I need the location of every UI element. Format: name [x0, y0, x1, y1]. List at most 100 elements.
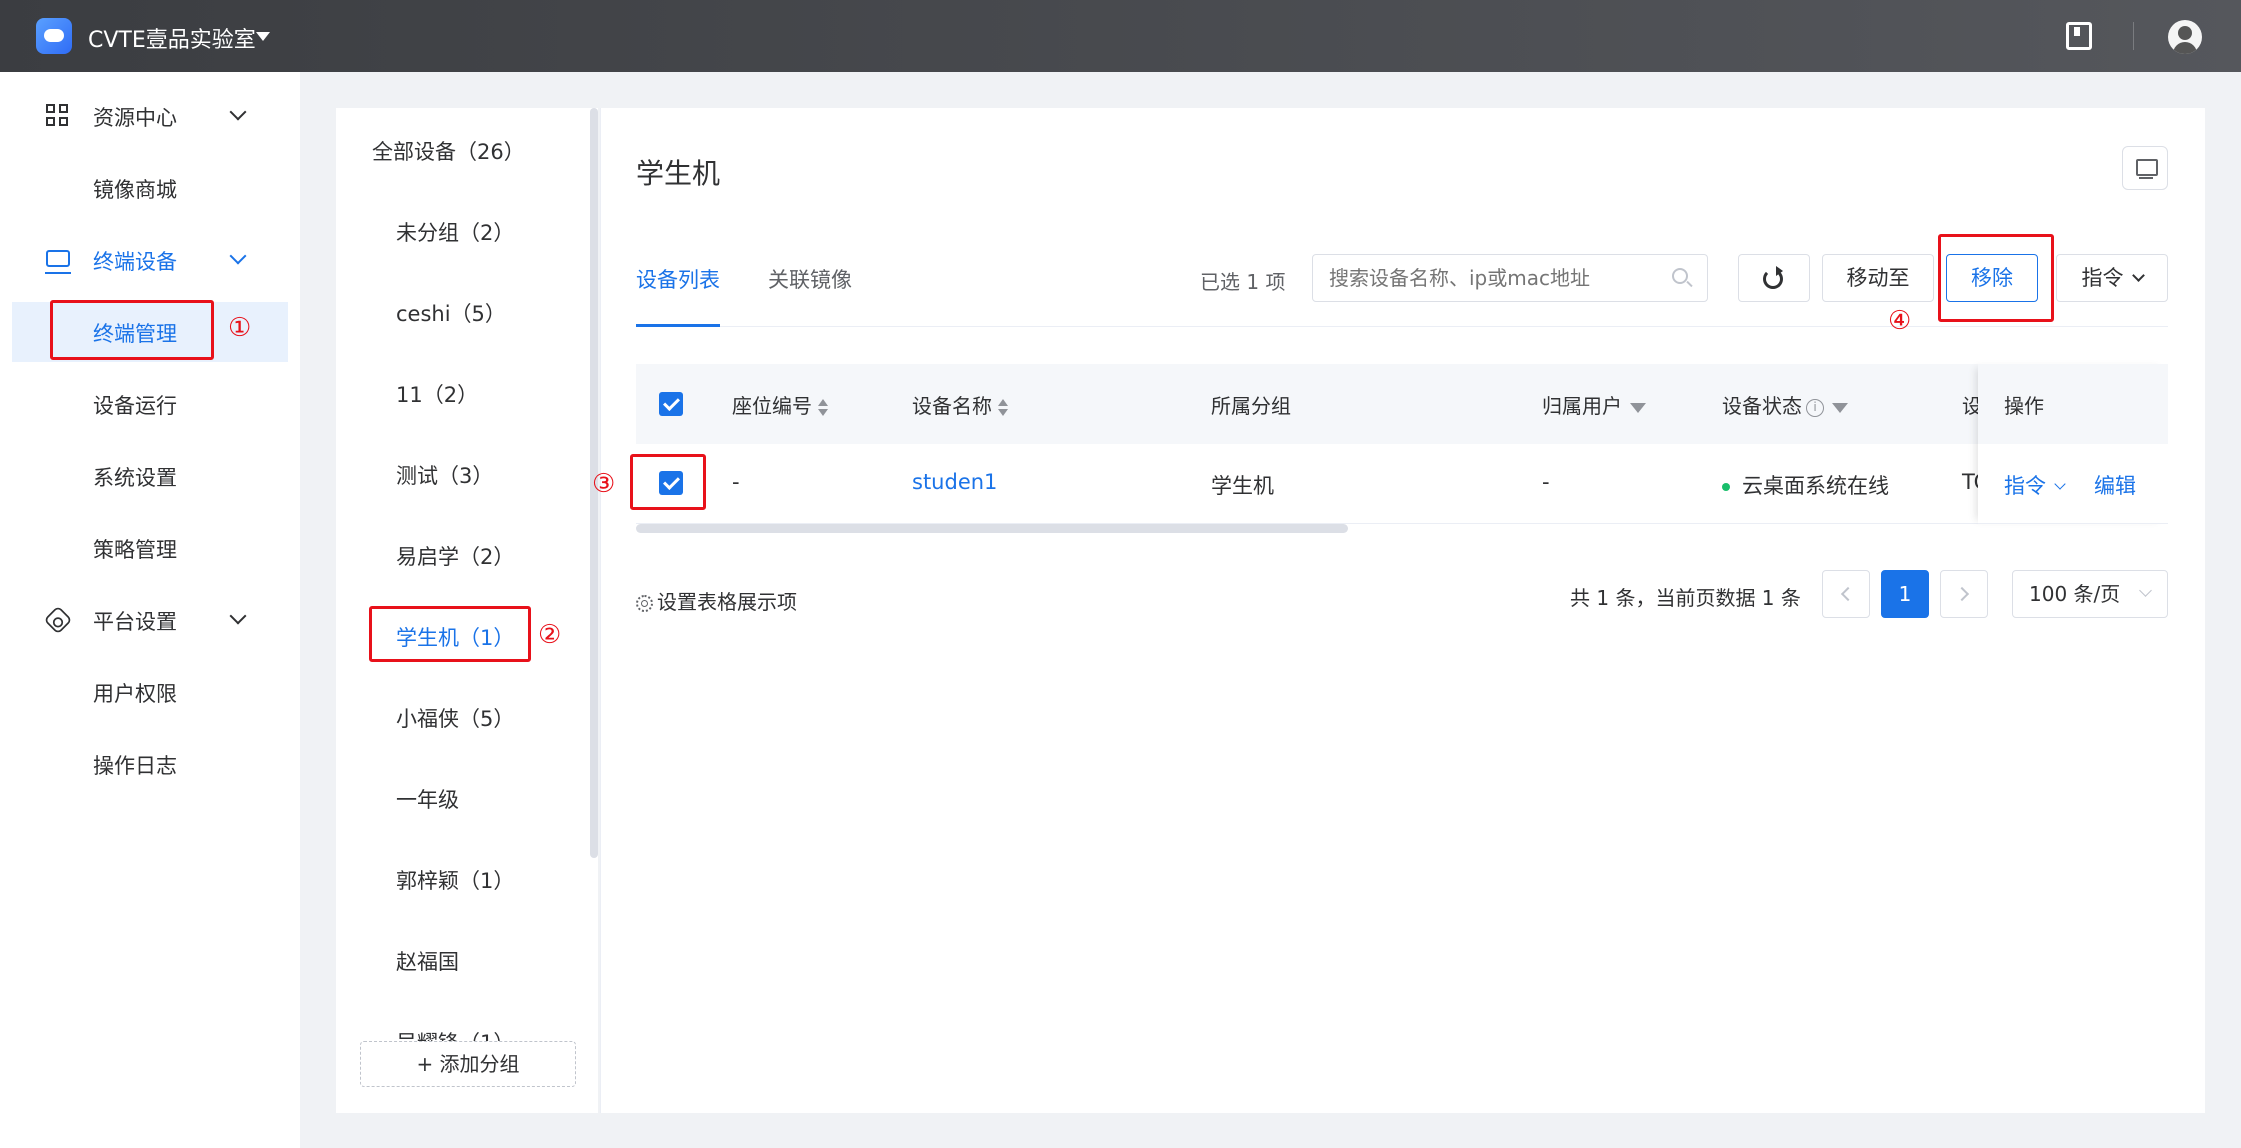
annotation-number-1: ① [228, 313, 252, 343]
sidebar-item-user-permissions[interactable]: 用户权限 [0, 662, 300, 722]
group-item-all[interactable]: 全部设备（26） [372, 136, 525, 166]
group-item[interactable]: 一年级 [396, 784, 459, 814]
tab-device-list[interactable]: 设备列表 [636, 264, 720, 294]
caret-down-icon[interactable] [256, 32, 270, 41]
group-item[interactable]: ceshi（5） [396, 298, 506, 328]
sidebar-item-terminal-devices[interactable]: 终端设备 [0, 230, 300, 290]
add-group-button[interactable]: + 添加分组 [360, 1041, 576, 1087]
sidebar-item-label: 操作日志 [93, 754, 177, 778]
chevron-down-icon [2139, 584, 2152, 597]
cell-status: 云桌面系统在线 [1722, 470, 1889, 500]
column-seat-number[interactable]: 座位编号 [732, 390, 828, 419]
sidebar-item-label: 用户权限 [93, 682, 177, 706]
sort-icon[interactable] [818, 398, 828, 417]
cell-owner: - [1542, 470, 1550, 494]
cloud-logo-icon [36, 18, 72, 54]
active-tab-indicator [636, 324, 720, 327]
column-owner[interactable]: 归属用户 [1542, 390, 1646, 419]
chevron-down-icon [2131, 269, 2145, 282]
pagination-summary: 共 1 条，当前页数据 1 条 [1570, 586, 1801, 610]
tab-linked-images[interactable]: 关联镜像 [768, 264, 852, 294]
group-item-clip: 吴耀锋（1） [336, 1027, 590, 1041]
group-item-partial[interactable]: 吴耀锋（1） [396, 1027, 514, 1041]
gear-icon [636, 595, 653, 612]
sidebar-item-label: 设备运行 [93, 394, 177, 418]
group-item[interactable]: 小福侠（5） [396, 703, 514, 733]
column-label: 设备状态 [1722, 394, 1802, 418]
group-item[interactable]: 赵福国 [396, 946, 459, 976]
sidebar-item-system-settings[interactable]: 系统设置 [0, 446, 300, 506]
select-all-checkbox[interactable] [659, 392, 683, 416]
row-command-label: 指令 [2004, 474, 2046, 498]
command-label: 指令 [2081, 266, 2124, 290]
annotation-box-2 [369, 606, 531, 662]
app-title[interactable]: CVTE壹品实验室 [88, 22, 256, 54]
chevron-down-icon [229, 103, 247, 121]
move-to-button[interactable]: 移动至 [1822, 254, 1934, 302]
column-label: 归属用户 [1542, 394, 1622, 418]
sidebar-item-policy-management[interactable]: 策略管理 [0, 518, 300, 578]
selected-count: 已选 1 项 [1200, 270, 1286, 294]
chevron-right-icon [1954, 586, 1970, 602]
page-size-select[interactable]: 100 条/页 [2012, 570, 2168, 618]
sidebar-item-label: 平台设置 [93, 610, 177, 634]
sidebar-item-operation-log[interactable]: 操作日志 [0, 734, 300, 794]
chevron-down-icon [229, 607, 247, 625]
user-avatar-icon[interactable] [2168, 20, 2202, 54]
sidebar-item-device-operation[interactable]: 设备运行 [0, 374, 300, 434]
row-edit-link[interactable]: 编辑 [2094, 470, 2136, 500]
sidebar-item-label: 系统设置 [93, 466, 177, 490]
table-settings-label: 设置表格展示项 [657, 590, 797, 614]
annotation-box-4 [1938, 234, 2054, 322]
column-device-name[interactable]: 设备名称 [912, 390, 1008, 419]
settings-hex-icon [43, 605, 73, 635]
annotation-box-1 [50, 300, 214, 360]
group-item[interactable]: 11（2） [396, 379, 478, 409]
grid-icon [46, 104, 70, 128]
sidebar-item-platform-settings[interactable]: 平台设置 [0, 590, 300, 650]
sidebar-item-resource-center[interactable]: 资源中心 [0, 86, 300, 146]
search-input[interactable] [1312, 254, 1708, 302]
group-item[interactable]: 易启学（2） [396, 541, 514, 571]
cell-seat: - [732, 470, 740, 494]
group-item[interactable]: 测试（3） [396, 460, 493, 490]
table-horizontal-scrollbar[interactable] [636, 524, 1348, 533]
next-page-button[interactable] [1940, 570, 1988, 618]
tabs-divider [636, 326, 2168, 327]
status-dot [1722, 483, 1730, 491]
monitor-icon [45, 250, 71, 274]
chevron-down-icon [2054, 478, 2066, 490]
annotation-number-4: ④ [1888, 306, 1912, 336]
sidebar-item-label: 镜像商城 [93, 178, 177, 202]
cell-device-name-link[interactable]: studen1 [912, 470, 997, 494]
page-size-label: 100 条/页 [2029, 582, 2121, 606]
top-bar: CVTE壹品实验室 [0, 0, 2241, 72]
screen-icon[interactable] [2122, 146, 2168, 190]
column-status[interactable]: 设备状态 i [1722, 390, 1848, 419]
status-text: 云桌面系统在线 [1742, 474, 1889, 498]
sidebar-item-label: 策略管理 [93, 538, 177, 562]
sort-icon[interactable] [998, 398, 1008, 417]
group-item[interactable]: 郭梓颖（1） [396, 865, 514, 895]
filter-icon[interactable] [1630, 402, 1646, 413]
chevron-left-icon [1840, 586, 1856, 602]
row-command-dropdown[interactable]: 指令 [2004, 470, 2066, 500]
sidebar-item-label: 资源中心 [93, 106, 177, 130]
command-dropdown-button[interactable]: 指令 [2056, 254, 2168, 302]
page-title: 学生机 [636, 157, 721, 190]
page-number-button[interactable]: 1 [1881, 570, 1929, 618]
prev-page-button[interactable] [1822, 570, 1870, 618]
search-icon[interactable] [1672, 268, 1688, 284]
annotation-number-3: ③ [592, 469, 616, 499]
sidebar-item-image-store[interactable]: 镜像商城 [0, 158, 300, 218]
document-icon[interactable] [2066, 22, 2092, 50]
column-label: 设备名称 [912, 394, 992, 418]
filter-icon[interactable] [1832, 402, 1848, 413]
info-icon[interactable]: i [1806, 398, 1824, 417]
chevron-down-icon [229, 247, 247, 265]
cell-group: 学生机 [1211, 474, 1274, 498]
sidebar-item-label: 终端设备 [93, 250, 177, 274]
group-item[interactable]: 未分组（2） [396, 217, 514, 247]
table-settings-link[interactable]: 设置表格展示项 [636, 586, 797, 615]
table-header [636, 364, 2168, 444]
